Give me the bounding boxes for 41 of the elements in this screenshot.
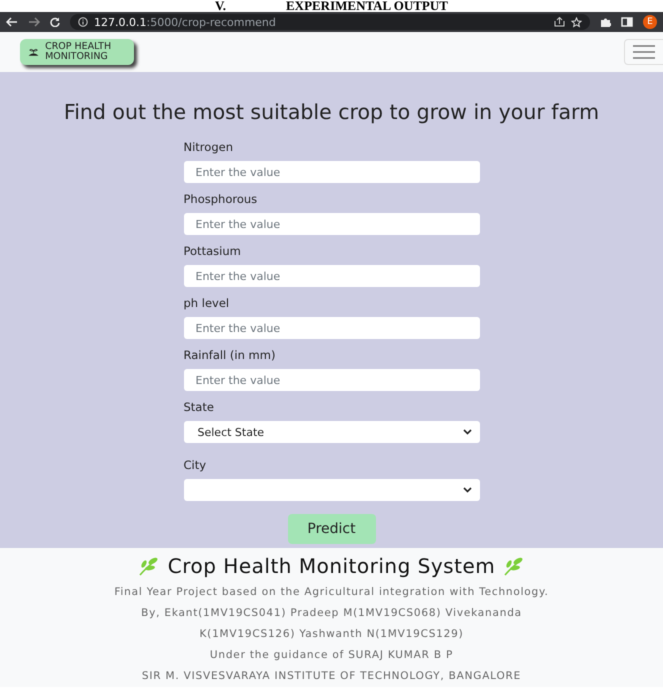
leaf-icon	[503, 556, 526, 576]
profile-avatar[interactable]: E	[643, 15, 657, 29]
footer-title: Crop Health Monitoring System	[168, 554, 496, 578]
footer-text: SIR M. VISVESVARAYA INSTITUTE OF TECHNOLOGY, BANGALORE	[142, 669, 522, 684]
input-field[interactable]: Enter the value	[184, 265, 480, 287]
footer-text: Final Year Project based on the Agricultural integration with Technology.	[114, 585, 549, 600]
predict-button[interactable]: Predict	[288, 514, 376, 544]
footer-text: By, Ekant(1MV19CS041) Pradeep M(1MV19CS068) Vivekananda	[141, 606, 522, 621]
star-icon[interactable]	[571, 16, 582, 28]
chevron-icon	[462, 487, 472, 493]
select-field[interactable]	[184, 479, 480, 501]
field-label: State	[184, 400, 215, 414]
field-label: Pottasium	[184, 244, 242, 258]
input-field[interactable]: Enter the value	[184, 213, 480, 235]
menu-icon	[633, 45, 655, 59]
chevron-icon	[462, 429, 472, 435]
field-label: Phosphorous	[184, 192, 258, 206]
url-text: 127.0.0.1:5000/crop-recommend	[94, 16, 276, 28]
field-label: ph level	[184, 296, 230, 310]
share-icon[interactable]	[554, 17, 565, 27]
input-field[interactable]: Enter the value	[184, 369, 480, 391]
select-field[interactable]: Select State	[184, 421, 480, 443]
reload-icon[interactable]	[50, 17, 60, 27]
footer-text: K(1MV19CS126) Yashwanth N(1MV19CS129)	[199, 627, 464, 642]
field-label: Nitrogen	[184, 140, 234, 154]
input-field[interactable]: Enter the value	[184, 317, 480, 339]
input-field[interactable]: Enter the value	[184, 161, 480, 183]
document-heading: V.	[215, 0, 226, 12]
address-bar[interactable]: 127.0.0.1:5000/crop-recommend	[70, 14, 590, 30]
form-heading: Find out the most suitable crop to grow in your farm	[64, 100, 600, 124]
brand-logo[interactable]: CROP HEALTH MONITORING	[20, 39, 134, 65]
forward-icon[interactable]	[28, 17, 40, 27]
sidebar-icon[interactable]	[621, 17, 633, 27]
back-icon[interactable]	[6, 17, 18, 27]
footer-text: Under the guidance of SURAJ KUMAR B P	[210, 648, 454, 663]
field-label: Rainfall (in mm)	[184, 348, 276, 362]
info-icon	[78, 17, 88, 27]
leaf-icon	[138, 556, 160, 576]
document-heading: EXPERIMENTAL OUTPUT	[286, 0, 448, 12]
menu-button[interactable]	[624, 39, 663, 65]
field-label: City	[184, 458, 208, 472]
